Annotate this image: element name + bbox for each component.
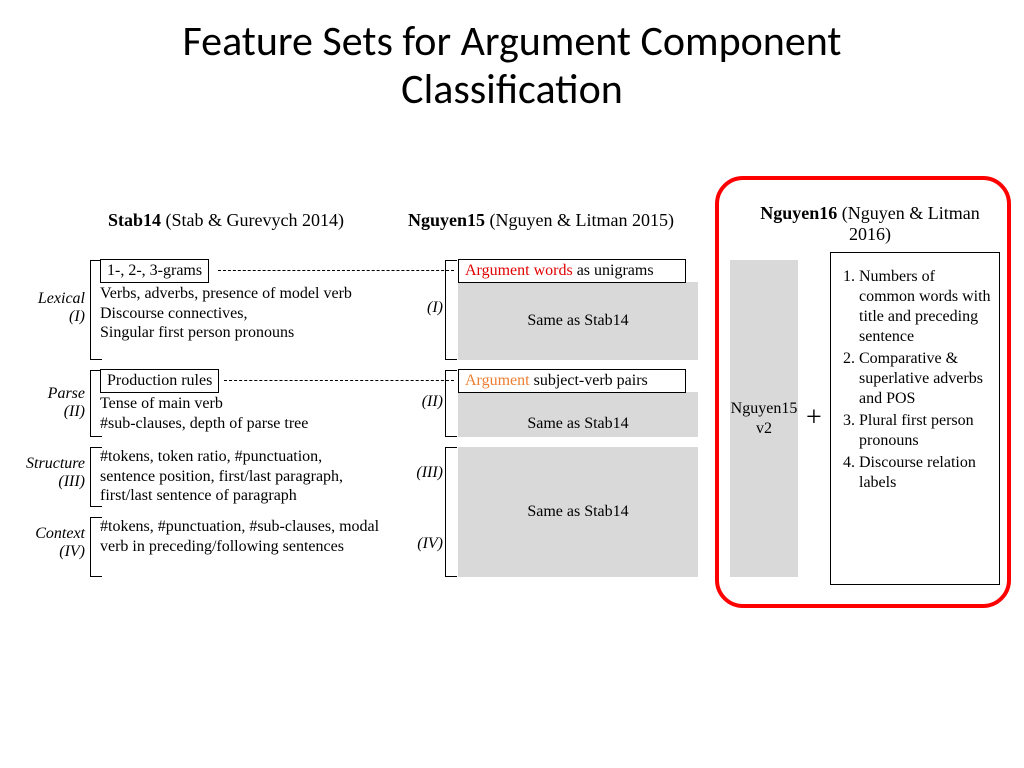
nguyen16-item-3: Plural first person pronouns <box>859 411 991 451</box>
title-line-2: Classification <box>401 64 623 115</box>
nguyen15-r1-header: Argument words as unigrams <box>458 259 686 283</box>
dashed-connector-r2 <box>224 380 454 381</box>
nguyen15-label-i: (I) <box>408 299 443 317</box>
stab14-r4-text: #tokens, #punctuation, #sub-clauses, mod… <box>100 517 380 556</box>
row-label-parse: Parse(II) <box>0 385 85 422</box>
nguyen16-item-1: Numbers of common words with title and p… <box>859 267 991 347</box>
nguyen15-label-iii: (III) <box>408 464 443 482</box>
row-label-context: Context(IV) <box>0 525 85 562</box>
nguyen15-label-ii: (II) <box>408 393 443 411</box>
row-label-structure: Structure(III) <box>0 455 85 492</box>
dashed-connector-r1 <box>218 270 454 271</box>
nguyen15-r2-header: Argument subject-verb pairs <box>458 369 686 393</box>
bracket-ng15-r34 <box>445 447 457 577</box>
nguyen16-item-4: Discourse relation labels <box>859 453 991 493</box>
col-header-nguyen15: Nguyen15 (Nguyen & Litman 2015) <box>408 210 674 231</box>
bracket-ng15-r2 <box>445 370 457 437</box>
nguyen16-base-box: Nguyen15 v2 <box>730 260 798 577</box>
stab14-r3-text: #tokens, token ratio, #punctuation, sent… <box>100 447 380 506</box>
row-label-lexical: Lexical(I) <box>0 290 85 327</box>
nguyen15-r1-grey: Same as Stab14 <box>458 282 698 360</box>
nguyen15-label-iv: (IV) <box>408 535 443 553</box>
nguyen15-r34-grey: Same as Stab14 <box>458 447 698 577</box>
title-line-1: Feature Sets for Argument Component <box>182 16 841 67</box>
slide-title: Feature Sets for Argument Component Clas… <box>0 0 1024 115</box>
plus-symbol: + <box>806 402 822 434</box>
stab14-r1-text: Verbs, adverbs, presence of model verb D… <box>100 284 380 343</box>
nguyen16-features-box: Numbers of common words with title and p… <box>830 252 1000 585</box>
bracket-ng15-r1 <box>445 260 457 360</box>
nguyen16-item-2: Comparative & superlative adverbs and PO… <box>859 349 991 409</box>
nguyen15-r2-grey: Same as Stab14 <box>458 392 698 437</box>
stab14-r2-text: Tense of main verb #sub-clauses, depth o… <box>100 394 380 433</box>
col-header-stab14: Stab14 (Stab & Gurevych 2014) <box>108 210 344 231</box>
stab14-r2-box: Production rules <box>100 369 219 393</box>
stab14-r1-box: 1-, 2-, 3-grams <box>100 259 209 283</box>
